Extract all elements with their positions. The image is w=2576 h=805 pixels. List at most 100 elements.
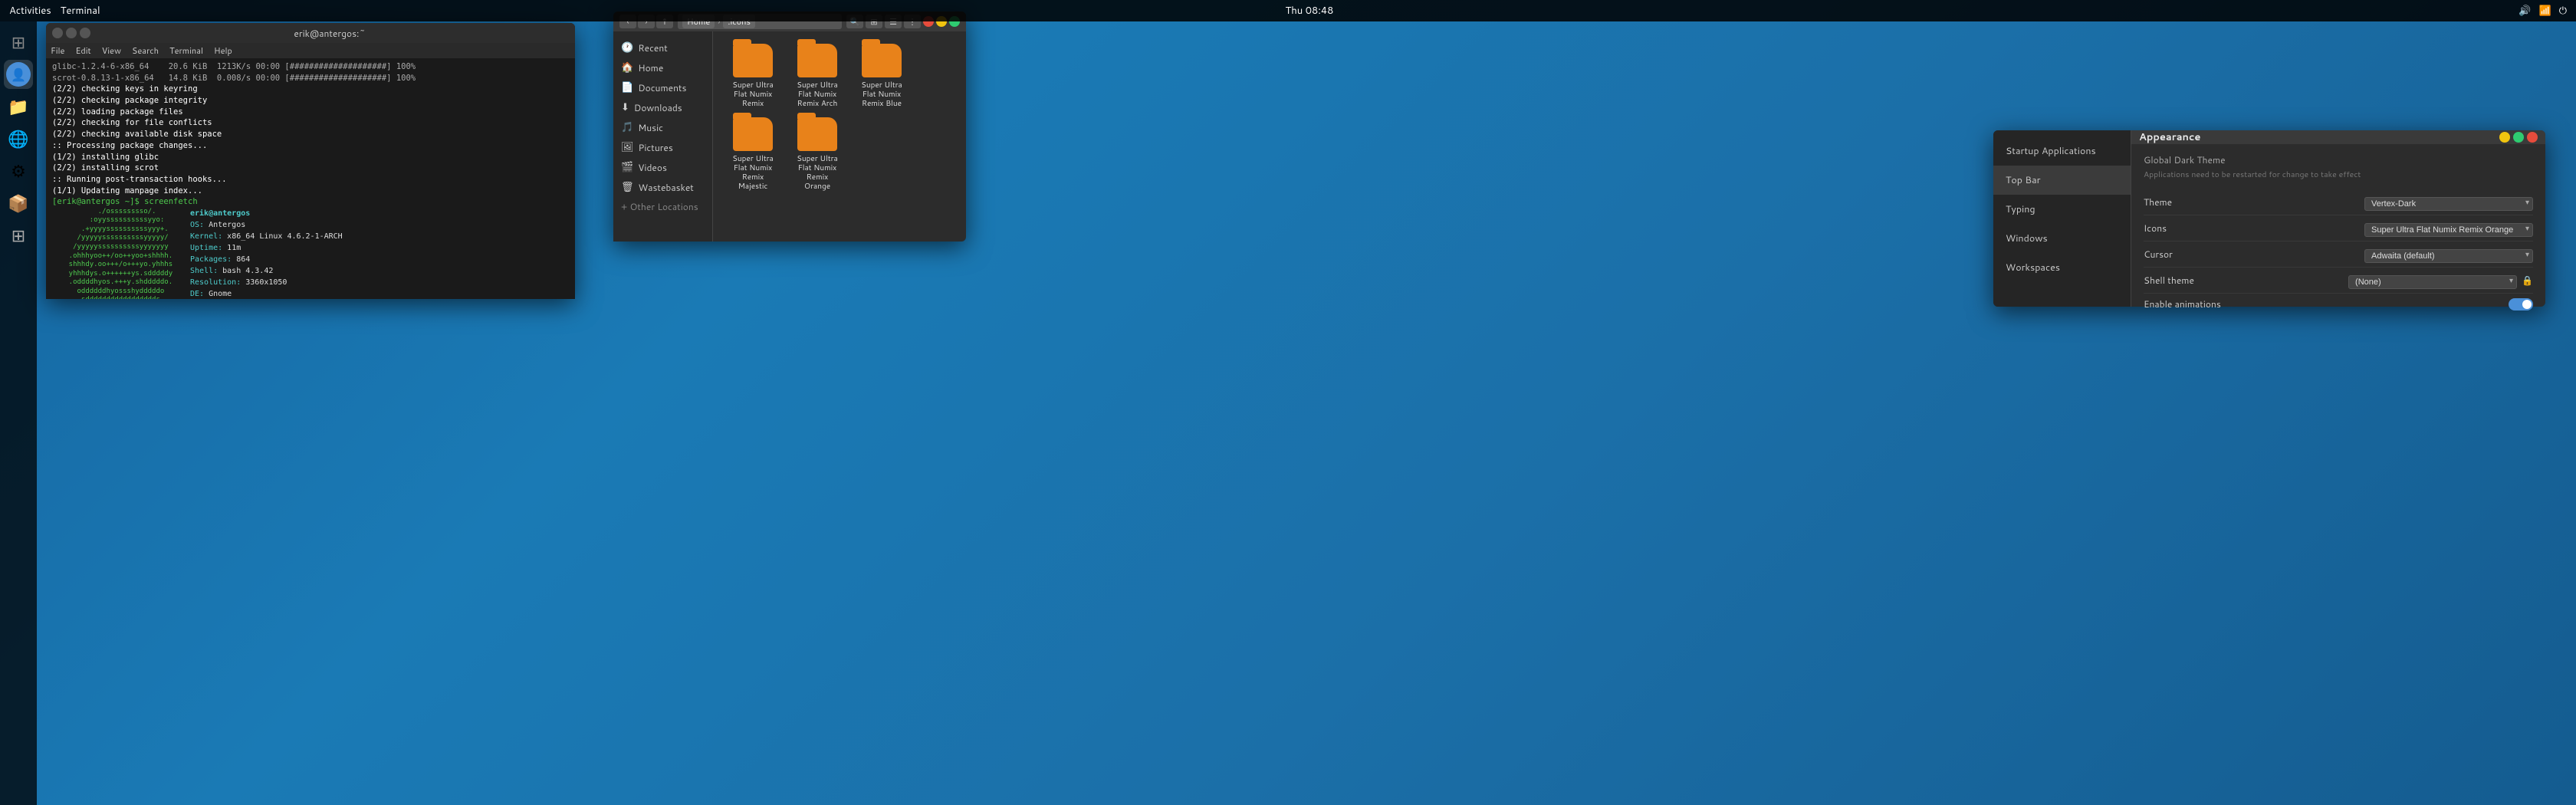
dock-item-apps[interactable]: ⊞ — [4, 28, 33, 57]
fm-sidebar-other-locations[interactable]: + Other Locations — [613, 197, 712, 216]
network-icon[interactable]: 📶 — [2539, 4, 2551, 18]
fm-sidebar-home-label: Home — [638, 61, 663, 74]
terminal-screenfetch-output: ./osssssssso/. :oyyssssssssssyyo: .+yyyy… — [52, 208, 569, 299]
fm-main-content: Super UltraFlat NumixRemix Super UltraFl… — [713, 31, 966, 242]
folder-icon-3 — [733, 117, 773, 151]
terminal-menu-help[interactable]: Help — [214, 44, 232, 57]
appearance-win-controls — [2499, 132, 2538, 143]
terminal-win-ctrl-dot3[interactable] — [80, 28, 90, 38]
fm-sidebar-wastebasket[interactable]: 🗑 Wastebasket — [613, 177, 712, 197]
appearance-minimize-button[interactable] — [2499, 132, 2510, 143]
appearance-shell-value: (None) 🔒 — [2348, 271, 2533, 289]
terminal-menu-search[interactable]: Search — [132, 44, 159, 57]
ap-sidebar-workspaces[interactable]: Workspaces — [1993, 253, 2131, 282]
appearance-shell-label: Shell theme — [2144, 274, 2194, 287]
shell-lock-icon: 🔒 — [2522, 274, 2533, 287]
fm-sidebar-videos[interactable]: 🎬 Videos — [613, 157, 712, 177]
appearance-theme-select[interactable]: Vertex-Dark — [2364, 197, 2533, 211]
dock-item-browser[interactable]: 🌐 — [4, 124, 33, 153]
terminal-win-ctrl-dot2[interactable] — [66, 28, 77, 38]
terminal-body[interactable]: glibc-1.2.4-6-x86_64 20.6 KiB 1213K/s 00… — [46, 58, 575, 299]
terminal-sysinfo: erik@antergos OS: Antergos Kernel: x86_6… — [182, 208, 569, 299]
folder-label-0: Super UltraFlat NumixRemix — [732, 80, 774, 108]
term-line-5: (2/2) loading package files — [52, 107, 569, 118]
term-line-10: (2/2) installing scrot — [52, 163, 569, 174]
fm-sidebar-recent[interactable]: 🕐 Recent — [613, 38, 712, 58]
dock-item-settings[interactable]: ⚙ — [4, 156, 33, 186]
appearance-shell-select[interactable]: (None) — [2348, 275, 2517, 289]
fm-sidebar-pictures-label: Pictures — [639, 141, 673, 154]
appearance-shell-row: Shell theme (None) 🔒 — [2144, 268, 2533, 294]
fm-sidebar-music-label: Music — [638, 121, 663, 134]
fm-folder-0[interactable]: Super UltraFlat NumixRemix — [725, 44, 780, 108]
fm-folder-3[interactable]: Super UltraFlat NumixRemixMajestic — [725, 117, 780, 191]
folder-label-3: Super UltraFlat NumixRemixMajestic — [732, 154, 774, 191]
other-locations-label: + Other Locations — [621, 200, 698, 213]
appearance-content: Global Dark Theme Applications need to b… — [2131, 144, 2545, 324]
documents-icon: 📄 — [621, 80, 633, 94]
fm-folder-2[interactable]: Super UltraFlat NumixRemix Blue — [854, 44, 909, 108]
term-line-9: (1/2) installing glibc — [52, 152, 569, 163]
fm-sidebar-pictures[interactable]: 🖼 Pictures — [613, 137, 712, 157]
appearance-close-button[interactable] — [2527, 132, 2538, 143]
appearance-cursor-select[interactable]: Adwaita (default) — [2364, 249, 2533, 263]
term-line-6: (2/2) checking for file conflicts — [52, 117, 569, 129]
power-icon[interactable]: ⏻ — [2559, 4, 2567, 18]
terminal-menu-file[interactable]: File — [51, 44, 64, 57]
fm-sidebar-music[interactable]: 🎵 Music — [613, 117, 712, 137]
term-line-11: :: Running post-transaction hooks... — [52, 174, 569, 186]
folder-label-2: Super UltraFlat NumixRemix Blue — [861, 80, 902, 108]
volume-icon[interactable]: 🔊 — [2518, 4, 2531, 18]
folder-icon-2 — [862, 44, 902, 77]
fm-folder-4[interactable]: Super UltraFlat NumixRemixOrange — [790, 117, 845, 191]
term-line-12: (1/1) Updating manpage index... — [52, 186, 569, 197]
term-line-4: (2/2) checking package integrity — [52, 95, 569, 107]
appearance-icons-select[interactable]: Super Ultra Flat Numix Remix Orange — [2364, 223, 2533, 237]
appearance-titlebar: Appearance — [2131, 130, 2545, 144]
pictures-icon: 🖼 — [621, 140, 634, 154]
fm-sidebar-downloads[interactable]: ⬇ Downloads — [613, 97, 712, 117]
appearance-animations-row: Enable animations — [2144, 294, 2533, 314]
folder-label-4: Super UltraFlat NumixRemixOrange — [797, 154, 838, 191]
videos-icon: 🎬 — [621, 160, 633, 174]
appearance-panel: Startup Applications Top Bar Typing Wind… — [1993, 130, 2545, 307]
dock-item-user[interactable]: 👤 — [4, 60, 33, 89]
terminal-menu[interactable]: Terminal — [61, 4, 100, 18]
terminal-menu-view[interactable]: View — [102, 44, 121, 57]
appearance-icons-row: Icons Super Ultra Flat Numix Remix Orang… — [2144, 215, 2533, 242]
folder-label-1: Super UltraFlat NumixRemix Arch — [797, 80, 838, 108]
activities-button[interactable]: Activities — [9, 4, 51, 18]
ap-sidebar-topbar[interactable]: Top Bar — [1993, 166, 2131, 195]
ap-sidebar-typing[interactable]: Typing — [1993, 195, 2131, 224]
terminal-win-ctrl-dot1[interactable] — [52, 28, 63, 38]
terminal-window: erik@antergos:~ File Edit View Search Te… — [46, 23, 575, 299]
fm-sidebar-documents-label: Documents — [638, 81, 686, 94]
wastebasket-icon: 🗑 — [621, 180, 634, 194]
fm-sidebar: 🕐 Recent 🏠 Home 📄 Documents ⬇ Downloads … — [613, 31, 713, 242]
fm-folder-1[interactable]: Super UltraFlat NumixRemix Arch — [790, 44, 845, 108]
appearance-main: Appearance Global Dark Theme Application… — [2131, 130, 2545, 307]
term-line-8: :: Processing package changes... — [52, 140, 569, 152]
appearance-maximize-button[interactable] — [2513, 132, 2524, 143]
fm-sidebar-wastebasket-label: Wastebasket — [639, 181, 694, 194]
appearance-icons-label: Icons — [2144, 222, 2167, 235]
top-bar: Activities Terminal Thu 08:48 🔊 📶 ⏻ — [0, 0, 2576, 21]
appearance-animations-toggle[interactable] — [2509, 298, 2533, 310]
fm-sidebar-videos-label: Videos — [638, 161, 667, 174]
terminal-menu-terminal[interactable]: Terminal — [169, 44, 203, 57]
fm-sidebar-home[interactable]: 🏠 Home — [613, 58, 712, 77]
terminal-menu-bar: File Edit View Search Terminal Help — [46, 43, 575, 58]
term-line-2: scrot-0.8.13-1-x86_64 14.8 KiB 0.008/s 0… — [52, 73, 569, 84]
dock-item-grid[interactable]: ⊞ — [4, 221, 33, 250]
dock-item-packages[interactable]: 📦 — [4, 189, 33, 218]
fm-sidebar-documents[interactable]: 📄 Documents — [613, 77, 712, 97]
dock-item-files[interactable]: 📁 — [4, 92, 33, 121]
terminal-menu-edit[interactable]: Edit — [75, 44, 90, 57]
ap-sidebar-startup[interactable]: Startup Applications — [1993, 136, 2131, 166]
ap-sidebar-windows[interactable]: Windows — [1993, 224, 2131, 253]
folder-icon-1 — [797, 44, 837, 77]
top-bar-left: Activities Terminal — [9, 4, 100, 18]
term-prompt-1: [erik@antergos ~]$ screenfetch — [52, 196, 569, 208]
appearance-theme-label: Theme — [2144, 196, 2172, 209]
appearance-shell-select-wrap: (None) — [2348, 271, 2517, 289]
